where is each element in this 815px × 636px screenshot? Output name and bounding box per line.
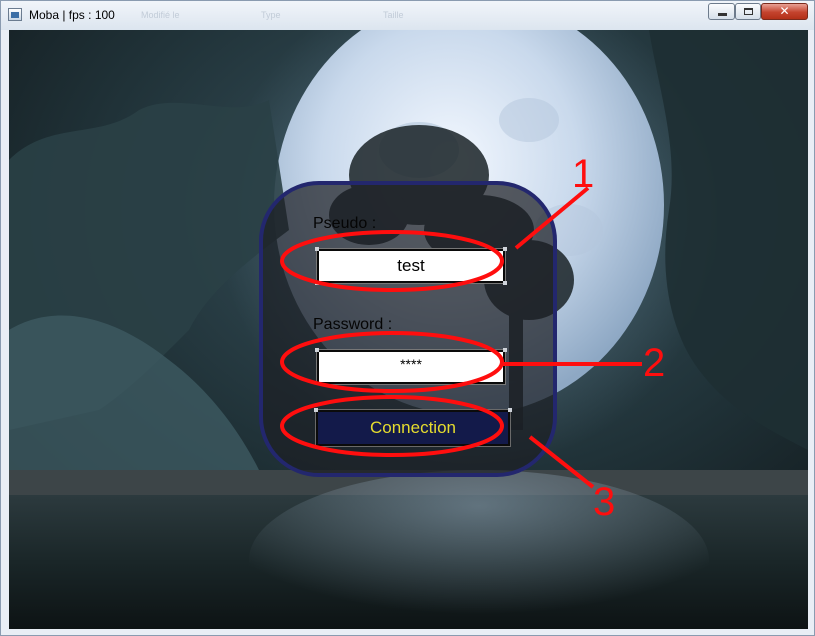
corner-marker <box>503 247 507 251</box>
ghost-column-size: Taille <box>383 10 404 20</box>
password-input[interactable]: **** <box>316 349 506 385</box>
close-icon: ✕ <box>779 4 790 18</box>
window-title: Moba | fps : 100 <box>29 8 115 22</box>
ghost-column-modified: Modifié le <box>141 10 180 20</box>
connection-button[interactable]: Connection <box>315 409 511 447</box>
minimize-button[interactable] <box>708 3 735 20</box>
corner-marker <box>314 408 318 412</box>
pseudo-input[interactable]: test <box>316 248 506 284</box>
game-viewport: Pseudo : test Password : **** Connection <box>9 30 808 629</box>
corner-marker <box>503 348 507 352</box>
maximize-icon <box>744 8 753 15</box>
pseudo-label: Pseudo : <box>313 215 377 232</box>
ghost-column-type: Type <box>261 10 281 20</box>
annotation-number-2: 2 <box>643 341 666 385</box>
minimize-icon <box>718 13 727 16</box>
app-icon <box>8 8 22 21</box>
password-label: Password : <box>313 316 393 333</box>
close-button[interactable]: ✕ <box>761 3 808 20</box>
corner-marker <box>315 281 319 285</box>
annotation-number-3: 3 <box>593 480 616 524</box>
corner-marker <box>315 247 319 251</box>
corner-marker <box>315 348 319 352</box>
game-window: Moba | fps : 100 Modifié le Type Taille … <box>0 0 815 636</box>
annotation-number-1: 1 <box>572 152 595 196</box>
title-bar[interactable]: Moba | fps : 100 Modifié le Type Taille … <box>1 1 814 30</box>
corner-marker <box>508 408 512 412</box>
maximize-button[interactable] <box>735 3 761 20</box>
login-panel: Pseudo : test Password : **** Connection <box>259 181 557 477</box>
corner-marker <box>503 281 507 285</box>
